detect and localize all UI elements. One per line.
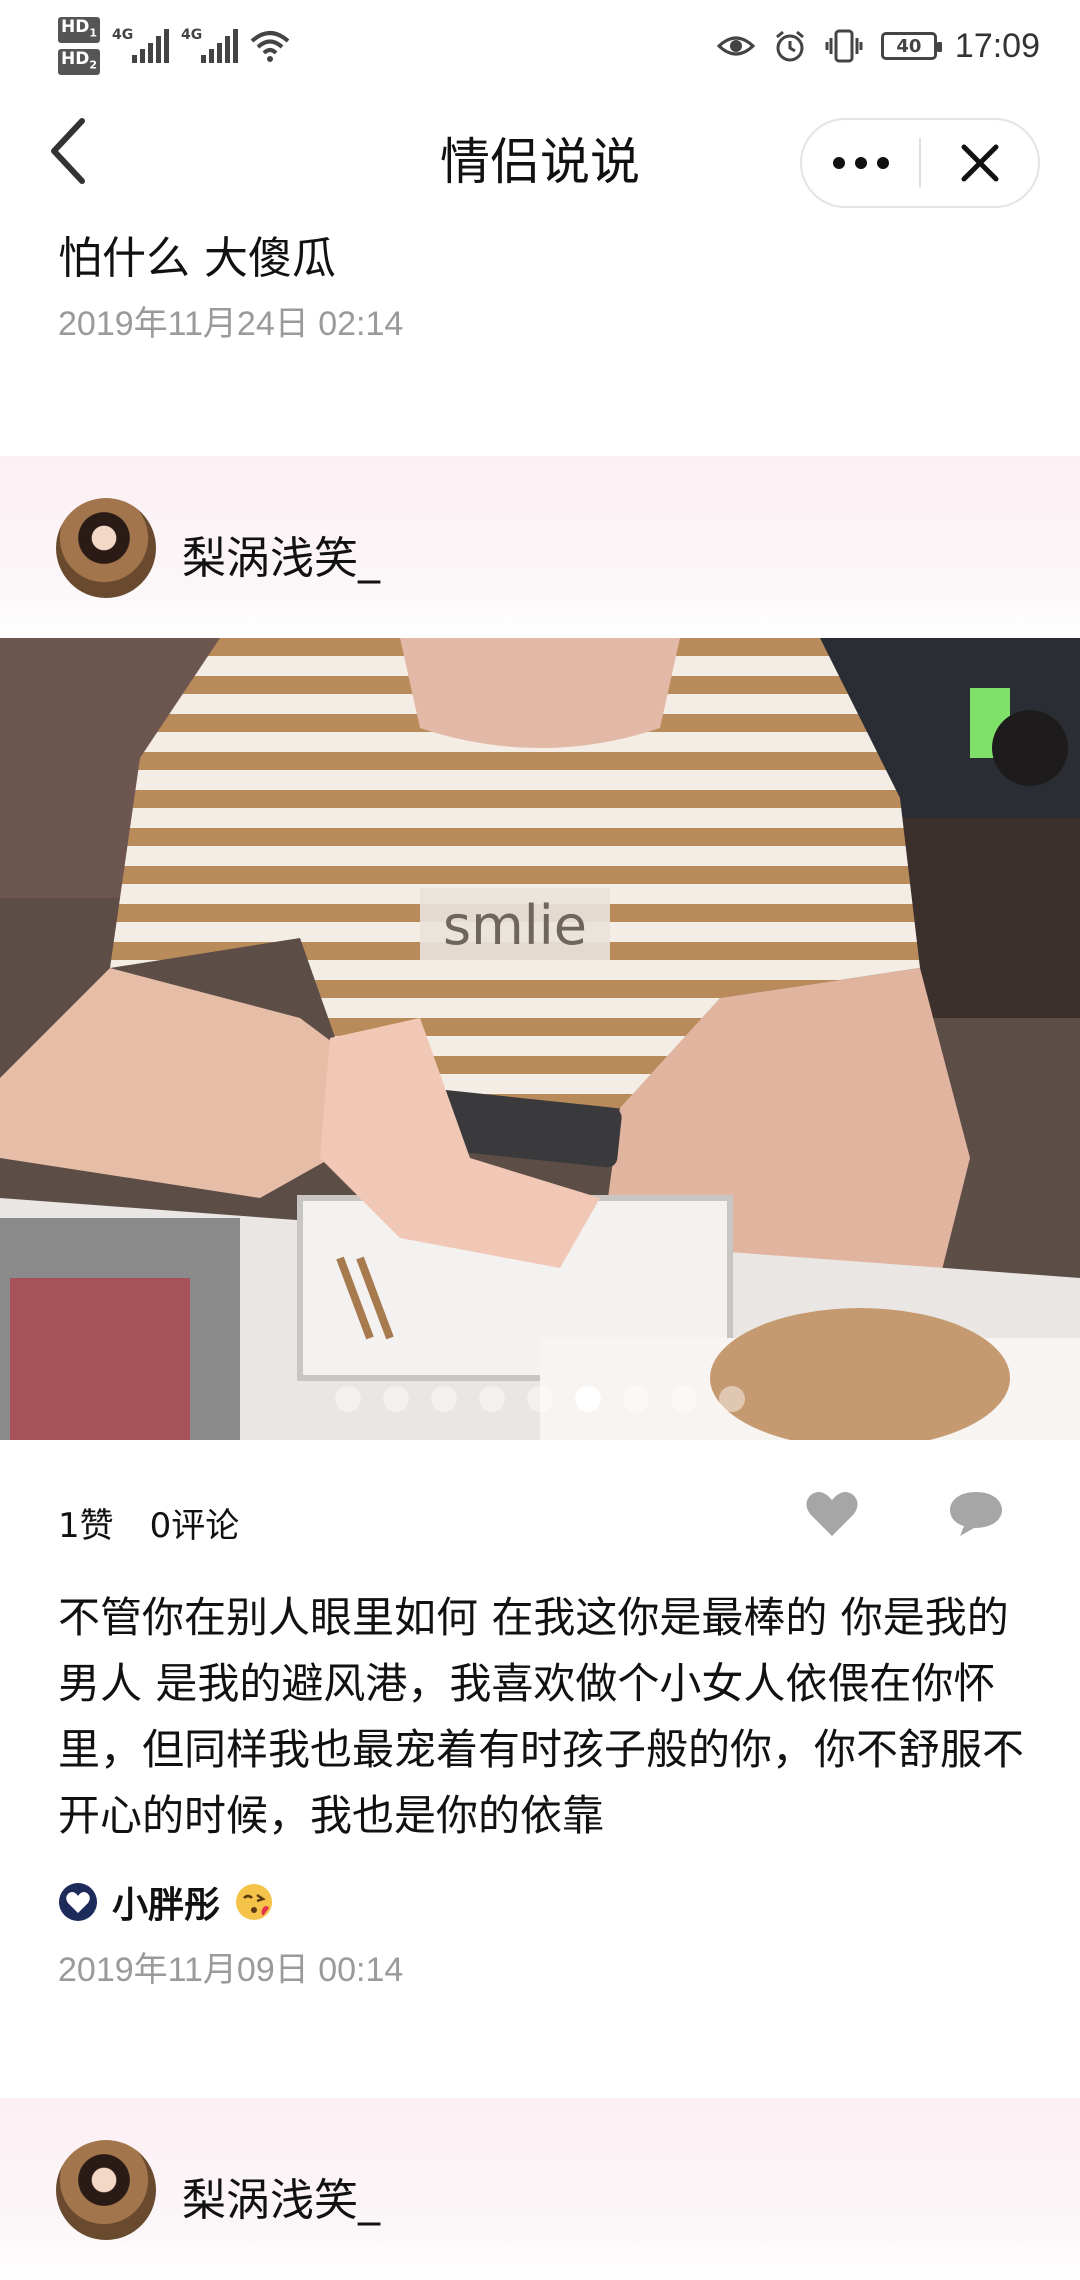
author-name[interactable]: 梨涡浅笑_	[182, 522, 380, 586]
carousel-dot[interactable]	[719, 1386, 745, 1412]
carousel-dot[interactable]	[623, 1386, 649, 1412]
author-name[interactable]: 梨涡浅笑_	[182, 2164, 380, 2228]
post-stats: 1赞 0评论	[58, 1498, 239, 1547]
comment-count: 0评论	[149, 1506, 240, 1546]
miniprogram-capsule	[800, 118, 1040, 208]
carousel-dot[interactable]	[383, 1386, 409, 1412]
close-button[interactable]	[921, 120, 1038, 206]
heart-icon	[806, 1492, 858, 1536]
kiss-emoji-icon	[236, 1884, 273, 1920]
heart-badge-icon	[59, 1883, 97, 1921]
status-bar: HD1 HD2 4G 4G 40 17:09	[0, 0, 1080, 92]
like-button[interactable]	[800, 1484, 864, 1544]
post-author-row[interactable]: 梨涡浅笑_	[0, 456, 1080, 638]
status-time: 17:09	[954, 26, 1040, 65]
post-text: 不管你在别人眼里如何 在我这你是最棒的 你是我的男人 是我的避风港，我喜欢做个小…	[58, 1593, 1025, 1840]
more-icon	[832, 157, 889, 169]
status-right: 40 17:09	[716, 18, 1040, 74]
post-timestamp: 2019年11月09日 00:14	[58, 1951, 404, 1989]
carousel-dot[interactable]	[335, 1386, 361, 1412]
lover-tag[interactable]: 小胖彤	[58, 1876, 274, 1928]
more-button[interactable]	[802, 120, 919, 206]
vibrate-icon	[825, 29, 863, 63]
carousel-dot[interactable]	[479, 1386, 505, 1412]
carousel-dots	[0, 1386, 1080, 1412]
shirt-text: smlie	[443, 894, 587, 957]
post-timestamp: 2019年11月24日 02:14	[58, 305, 404, 343]
avatar[interactable]	[56, 498, 156, 598]
post-text: 怕什么 大傻瓜	[58, 233, 336, 284]
post-photo: smlie	[0, 638, 1080, 1440]
carousel-dot[interactable]	[431, 1386, 457, 1412]
eye-icon	[716, 36, 755, 56]
comment-button[interactable]	[944, 1484, 1008, 1544]
avatar[interactable]	[56, 2140, 156, 2240]
carousel-dot[interactable]	[671, 1386, 697, 1412]
signal-icon: 4G	[112, 27, 169, 63]
comment-icon	[950, 1492, 1002, 1536]
nav-header: 情侣说说	[0, 92, 1080, 222]
status-left: HD1 HD2 4G 4G	[58, 16, 290, 76]
hd2-badge: HD2	[58, 49, 100, 76]
hd1-badge: HD1	[58, 16, 100, 43]
post-author-row[interactable]: 梨涡浅笑_	[0, 2098, 1080, 2280]
alarm-icon	[775, 30, 804, 62]
battery-icon: 40	[880, 32, 942, 60]
carousel-dot-active[interactable]	[575, 1386, 601, 1412]
close-icon	[961, 144, 998, 182]
signal-icon-2: 4G	[181, 27, 238, 63]
wifi-icon	[250, 31, 290, 62]
post-photo-carousel[interactable]: smlie	[0, 638, 1080, 1440]
like-count: 1赞	[58, 1506, 114, 1546]
carousel-dot[interactable]	[527, 1386, 553, 1412]
lover-name: 小胖彤	[112, 1885, 221, 1926]
